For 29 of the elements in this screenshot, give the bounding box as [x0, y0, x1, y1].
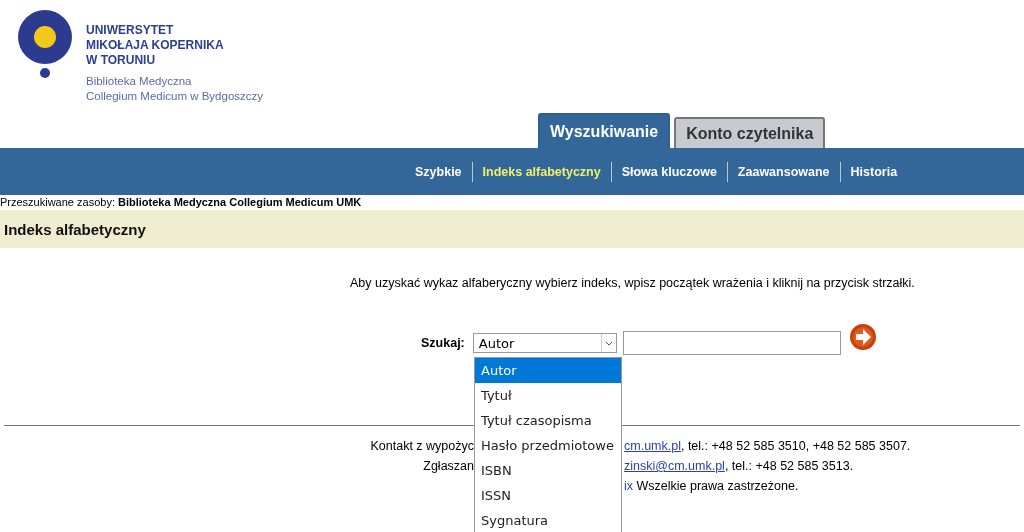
dropdown-option[interactable]: Autor	[475, 358, 621, 383]
tab[interactable]: Wyszukiwanie	[538, 113, 671, 148]
footer-text: ix Wszelkie prawa zastrzeżone.	[624, 478, 800, 495]
arrow-button[interactable]	[848, 323, 877, 351]
university-name: UNIWERSYTET	[86, 23, 175, 38]
section-title: Indeks alfabetyczny	[4, 220, 146, 238]
nav-link[interactable]: Indeks alfabetyczny	[471, 161, 611, 182]
university-name: W TORUNIU	[86, 53, 157, 68]
university-name: MIKOŁAJA KOPERNIKA	[86, 38, 225, 53]
search-field[interactable]	[622, 331, 841, 355]
nav-link[interactable]: Szybkie	[405, 161, 472, 182]
footer-link[interactable]: zinski@cm.umk.pl	[624, 459, 725, 473]
footer-link[interactable]: ix	[624, 479, 634, 493]
nav-link[interactable]: Słowa kluczowe	[610, 161, 727, 182]
footer-text: zinski@cm.umk.pl, tel.: +48 52 585 3513.	[624, 458, 855, 475]
resources-text: Przeszukiwane zasoby: Biblioteka Medyczna Collegium Medicum UMK	[0, 195, 363, 210]
nav-link[interactable]: Historia	[839, 161, 908, 182]
logo-icon	[18, 10, 72, 80]
tab[interactable]: Konto czytelnika	[674, 117, 826, 148]
footer-text: Zgłaszan	[423, 458, 474, 475]
nav-link[interactable]: Zaawansowane	[726, 161, 840, 182]
library-name: Collegium Medicum w Bydgoszczy	[86, 89, 264, 104]
library-name: Biblioteka Medyczna	[86, 74, 193, 89]
footer-link[interactable]: cm.umk.pl	[624, 439, 681, 453]
index-select[interactable]: Autor	[472, 333, 617, 353]
instructions-text: Aby uzyskać wykaz alfaberyczny wybierz indeks, wpisz początek wrażenia i kliknij na przycisk strzałki.	[349, 275, 916, 292]
footer-text: Kontakt z wypożyc	[370, 438, 474, 455]
footer-text: cm.umk.pl, tel.: +48 52 585 3510, +48 52 585 3507.	[624, 438, 912, 455]
search-label: Szukaj:	[421, 336, 465, 350]
